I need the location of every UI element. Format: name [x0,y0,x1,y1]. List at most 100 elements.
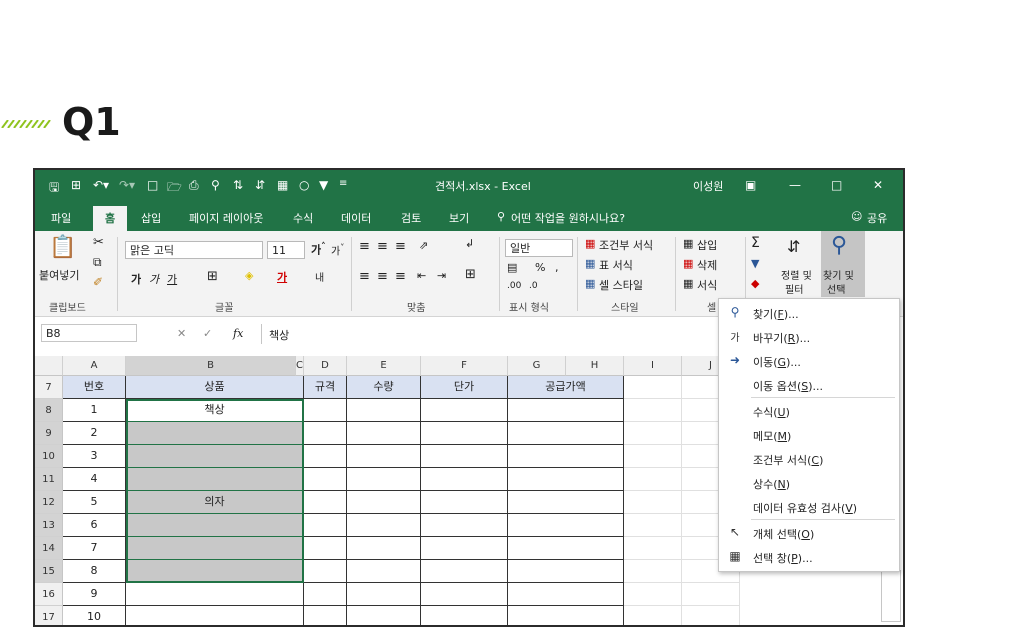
table-cell[interactable] [304,445,347,468]
underline-button[interactable]: 가 [167,271,177,287]
sheet-cell[interactable] [624,560,682,583]
table-header-cell[interactable]: 규격 [304,376,347,399]
autosum-icon[interactable]: Σ [751,235,760,251]
table-cell[interactable] [347,445,421,468]
close-icon[interactable]: ✕ [873,178,883,192]
product-cell[interactable] [126,445,304,468]
row-header[interactable]: 13 [35,514,63,537]
align-right-icon[interactable]: ≡ [395,269,406,284]
number-cell[interactable]: 2 [63,422,126,445]
font-name-combo[interactable]: 맑은 고딕 [125,241,263,259]
table-cell[interactable] [347,514,421,537]
tab-view[interactable]: 보기 [449,210,469,226]
save-icon[interactable]: 🖫 [49,178,59,199]
align-center-icon[interactable]: ≡ [377,269,388,284]
number-cell[interactable]: 5 [63,491,126,514]
number-cell[interactable]: 3 [63,445,126,468]
table-cell[interactable] [347,399,421,422]
fill-icon[interactable]: ▼ [751,257,759,270]
row-header[interactable]: 16 [35,583,63,606]
table-cell[interactable] [304,491,347,514]
decrease-decimal-icon[interactable]: .0 [529,281,538,291]
table-cell[interactable] [508,422,624,445]
fill-color-icon[interactable]: ◈ [245,269,253,282]
sheet-cell[interactable] [682,583,740,606]
table-cell[interactable] [508,491,624,514]
table-cell[interactable] [304,399,347,422]
column-header-c[interactable]: C [296,356,304,376]
row-header[interactable]: 17 [35,606,63,625]
table-cell[interactable] [347,491,421,514]
table-cell[interactable] [347,468,421,491]
conditional-format-button[interactable]: 조건부 서식 [599,237,653,253]
vertical-scrollbar[interactable] [881,570,901,622]
product-cell[interactable] [126,422,304,445]
table-cell[interactable] [421,468,508,491]
menu-item-constants[interactable]: 상수(N) [719,471,897,495]
sort-filter-label-2[interactable]: 필터 [785,281,803,296]
decrease-indent-icon[interactable]: ⇤ [417,269,426,282]
table-cell[interactable] [304,468,347,491]
align-bottom-icon[interactable]: ≡ [395,239,406,254]
increase-decimal-icon[interactable]: .00 [507,281,521,291]
column-header-i[interactable]: I [624,356,682,376]
table-cell[interactable] [508,399,624,422]
table-cell[interactable] [508,606,624,625]
sort-filter-label-1[interactable]: 정렬 및 [781,267,812,282]
number-cell[interactable]: 4 [63,468,126,491]
formula-input[interactable]: 책상 [269,327,289,343]
format-cells-button[interactable]: 서식 [697,277,717,293]
product-cell[interactable] [126,606,304,625]
confirm-entry-icon[interactable]: ✓ [203,327,212,340]
align-left-icon[interactable]: ≡ [359,269,370,284]
percent-style-icon[interactable]: % [535,261,545,274]
select-all-corner[interactable] [35,356,63,376]
row-header[interactable]: 9 [35,422,63,445]
product-cell[interactable] [126,560,304,583]
table-cell[interactable] [421,491,508,514]
print-preview-icon[interactable]: ⎙ [189,178,199,193]
number-cell[interactable]: 8 [63,560,126,583]
table-cell[interactable] [304,537,347,560]
table-cell[interactable] [421,399,508,422]
table-cell[interactable] [421,445,508,468]
magnifier-doc-icon[interactable]: ⚲ [211,178,220,192]
sheet-cell[interactable] [624,537,682,560]
insert-cells-button[interactable]: 삽입 [697,237,717,253]
open-folder-icon[interactable]: 🗁 [167,178,182,199]
product-cell[interactable] [126,468,304,491]
undo-icon[interactable]: ↶▾ [93,178,109,192]
column-header-f[interactable]: F [421,356,508,376]
product-cell[interactable]: 책상 [126,399,304,422]
table-cell[interactable] [508,468,624,491]
tab-insert[interactable]: 삽입 [141,210,161,226]
row-header[interactable]: 15 [35,560,63,583]
new-file-icon[interactable]: □ [147,178,158,192]
table-cell[interactable] [421,560,508,583]
name-box[interactable]: B8 [41,324,137,342]
menu-item-notes[interactable]: 메모(M) [719,423,897,447]
share-icon[interactable]: ☺ [851,210,862,223]
number-format-combo[interactable]: 일반 [505,239,573,257]
table-cell[interactable] [347,606,421,625]
menu-item-goto-special[interactable]: 이동 옵션(S)... [719,373,897,397]
table-cell[interactable] [508,583,624,606]
menu-item-data-validation[interactable]: 데이터 유효성 검사(V) [719,495,897,519]
cut-icon[interactable]: ✂ [93,235,104,250]
table-cell[interactable] [304,606,347,625]
number-cell[interactable]: 1 [63,399,126,422]
column-header-g[interactable]: G [508,356,566,376]
menu-item-goto[interactable]: ➜ 이동(G)... [719,349,897,373]
table-cell[interactable] [508,537,624,560]
sheet-cell[interactable] [624,422,682,445]
align-middle-icon[interactable]: ≡ [377,239,388,254]
tab-page-layout[interactable]: 페이지 레이아웃 [189,210,263,226]
table-header-cell[interactable]: 상품 [126,376,304,399]
table-header-cell[interactable]: 단가 [421,376,508,399]
maximize-icon[interactable]: □ [831,178,842,192]
borders-icon[interactable]: ⊞ [207,269,218,284]
table-cell[interactable] [347,583,421,606]
font-color-icon[interactable]: 가 [277,269,287,285]
table-cell[interactable] [347,560,421,583]
phonetic-icon[interactable]: 내 [315,269,324,284]
